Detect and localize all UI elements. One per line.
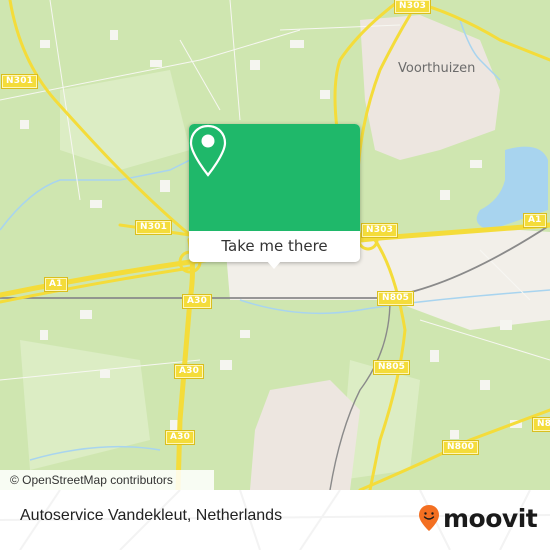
town-label-voorthuizen: Voorthuizen [398, 61, 476, 76]
road-label: N301 [136, 221, 172, 234]
road-label: A30 [175, 365, 204, 378]
road-label: A30 [166, 431, 195, 444]
road-label: A1 [524, 214, 546, 227]
location-popup: Take me there [189, 124, 360, 269]
map-view[interactable]: Voorthuizen N303 N301 N301 N303 A1 A1 A3… [0, 0, 550, 490]
take-me-there-button[interactable]: Take me there [189, 231, 360, 262]
road-label: N8 [533, 418, 550, 431]
moovit-logo[interactable]: moovit [418, 502, 538, 534]
road-label: A30 [183, 295, 212, 308]
road-label: A1 [45, 278, 67, 291]
road-label: N805 [374, 361, 410, 374]
road-label: N303 [362, 224, 398, 237]
footer: Autoservice Vandekleut, Netherlands moov… [0, 490, 550, 550]
map-attribution[interactable]: © OpenStreetMap contributors [0, 470, 214, 490]
road-label: N303 [395, 0, 431, 13]
road-label: N805 [378, 292, 414, 305]
moovit-wordmark: moovit [443, 503, 538, 533]
road-label: N800 [443, 441, 479, 454]
moovit-smiley-pin-icon [419, 505, 439, 531]
popup-header [189, 124, 360, 231]
popup-pointer [266, 260, 282, 269]
place-name: Autoservice Vandekleut, Netherlands [20, 507, 283, 524]
map-pin-icon [189, 124, 227, 177]
road-label: N301 [2, 75, 38, 88]
